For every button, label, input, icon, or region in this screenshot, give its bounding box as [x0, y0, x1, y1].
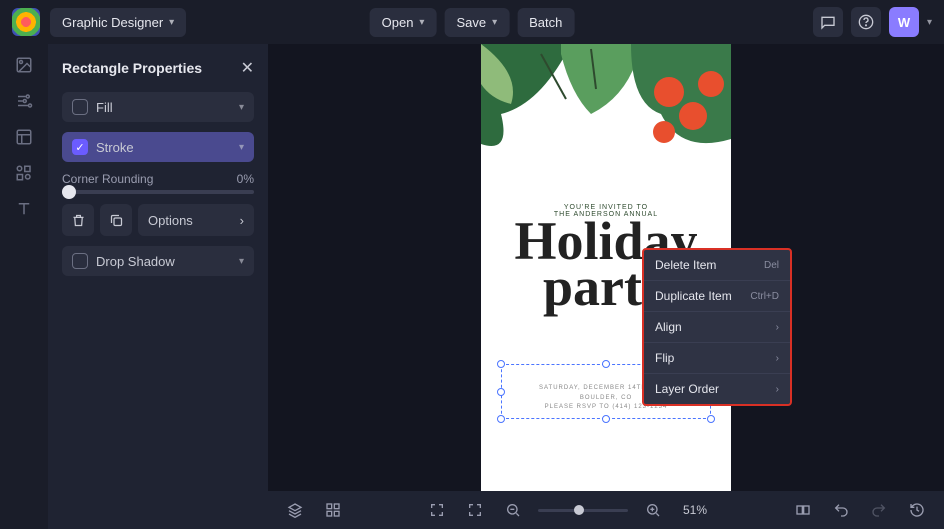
invited-line: YOU'RE INVITED TO [481, 204, 731, 211]
stroke-label: Stroke [96, 140, 134, 155]
save-label: Save [456, 15, 486, 30]
context-delete-label: Delete Item [655, 258, 716, 272]
main: Rectangle Properties ✕ Fill ▾ Stroke ▾ C… [0, 44, 944, 529]
canvas-area[interactable]: YOU'RE INVITED TO THE ANDERSON ANNUAL Ho… [268, 44, 944, 529]
context-menu: Delete Item Del Duplicate Item Ctrl+D Al… [642, 248, 792, 406]
context-delete-shortcut: Del [764, 260, 779, 271]
chevron-down-icon: ▾ [169, 17, 174, 28]
feedback-icon[interactable] [813, 7, 843, 37]
history-icon[interactable] [904, 497, 930, 523]
context-flip-label: Flip [655, 351, 674, 365]
sliders-icon[interactable] [15, 92, 33, 110]
batch-button[interactable]: Batch [517, 8, 574, 37]
chevron-right-icon: › [240, 213, 244, 228]
duplicate-icon[interactable] [100, 204, 132, 236]
panel-title: Rectangle Properties [62, 60, 202, 76]
redo-icon[interactable] [866, 497, 892, 523]
corner-rounding-value: 0% [237, 172, 254, 186]
close-icon[interactable]: ✕ [241, 58, 254, 78]
context-duplicate-label: Duplicate Item [655, 289, 732, 303]
chevron-right-icon: › [776, 322, 779, 333]
mode-label: Graphic Designer [62, 15, 163, 30]
app-logo[interactable] [12, 8, 40, 36]
left-rail [0, 44, 48, 529]
corner-rounding-slider[interactable] [62, 190, 254, 194]
holly-illustration [481, 44, 731, 224]
drop-shadow-label: Drop Shadow [96, 254, 175, 269]
fill-label: Fill [96, 100, 113, 115]
delete-icon[interactable] [62, 204, 94, 236]
save-button[interactable]: Save ▾ [444, 8, 509, 37]
panel-header: Rectangle Properties ✕ [62, 54, 254, 82]
fit-icon[interactable] [462, 497, 488, 523]
zoom-out-icon[interactable] [500, 497, 526, 523]
stroke-row[interactable]: Stroke ▾ [62, 132, 254, 162]
fill-checkbox[interactable] [72, 99, 88, 115]
options-label: Options [148, 213, 193, 228]
image-icon[interactable] [15, 56, 33, 74]
layers-icon[interactable] [282, 497, 308, 523]
avatar[interactable]: W [889, 7, 919, 37]
options-button[interactable]: Options › [138, 204, 254, 236]
zoom-value: 51% [678, 503, 712, 517]
zoom-thumb[interactable] [574, 505, 584, 515]
grid-icon[interactable] [320, 497, 346, 523]
chevron-right-icon: › [776, 384, 779, 395]
drop-shadow-checkbox[interactable] [72, 253, 88, 269]
compare-icon[interactable] [790, 497, 816, 523]
avatar-letter: W [898, 15, 910, 30]
context-align[interactable]: Align › [644, 312, 790, 343]
zoom-slider[interactable] [538, 509, 628, 512]
chevron-down-icon: ▾ [239, 142, 244, 153]
context-duplicate-shortcut: Ctrl+D [750, 291, 779, 302]
right-actions: W ▾ [813, 7, 932, 37]
context-flip[interactable]: Flip › [644, 343, 790, 374]
topbar: Graphic Designer ▾ Open ▾ Save ▾ Batch W… [0, 0, 944, 44]
bottombar: 51% [268, 491, 944, 529]
drop-shadow-row[interactable]: Drop Shadow ▾ [62, 246, 254, 276]
slider-thumb[interactable] [62, 185, 76, 199]
mode-dropdown[interactable]: Graphic Designer ▾ [50, 8, 186, 37]
open-label: Open [382, 15, 414, 30]
fullscreen-icon[interactable] [424, 497, 450, 523]
batch-label: Batch [529, 15, 562, 30]
chevron-down-icon: ▾ [239, 256, 244, 267]
layout-icon[interactable] [15, 128, 33, 146]
context-duplicate[interactable]: Duplicate Item Ctrl+D [644, 281, 790, 312]
context-align-label: Align [655, 320, 682, 334]
chevron-down-icon: ▾ [239, 102, 244, 113]
help-icon[interactable] [851, 7, 881, 37]
action-row: Options › [62, 204, 254, 236]
chevron-right-icon: › [776, 353, 779, 364]
chevron-down-icon: ▾ [419, 17, 424, 28]
shapes-icon[interactable] [15, 164, 33, 182]
open-button[interactable]: Open ▾ [370, 8, 437, 37]
chevron-down-icon: ▾ [492, 17, 497, 28]
context-delete[interactable]: Delete Item Del [644, 250, 790, 281]
context-layer-order-label: Layer Order [655, 382, 719, 396]
undo-icon[interactable] [828, 497, 854, 523]
corner-rounding: Corner Rounding 0% [62, 172, 254, 194]
fill-row[interactable]: Fill ▾ [62, 92, 254, 122]
properties-panel: Rectangle Properties ✕ Fill ▾ Stroke ▾ C… [48, 44, 268, 529]
center-actions: Open ▾ Save ▾ Batch [370, 8, 575, 37]
stroke-checkbox[interactable] [72, 139, 88, 155]
corner-rounding-label: Corner Rounding [62, 172, 153, 186]
context-layer-order[interactable]: Layer Order › [644, 374, 790, 404]
zoom-in-icon[interactable] [640, 497, 666, 523]
chevron-down-icon[interactable]: ▾ [927, 17, 932, 28]
text-icon[interactable] [15, 200, 33, 218]
